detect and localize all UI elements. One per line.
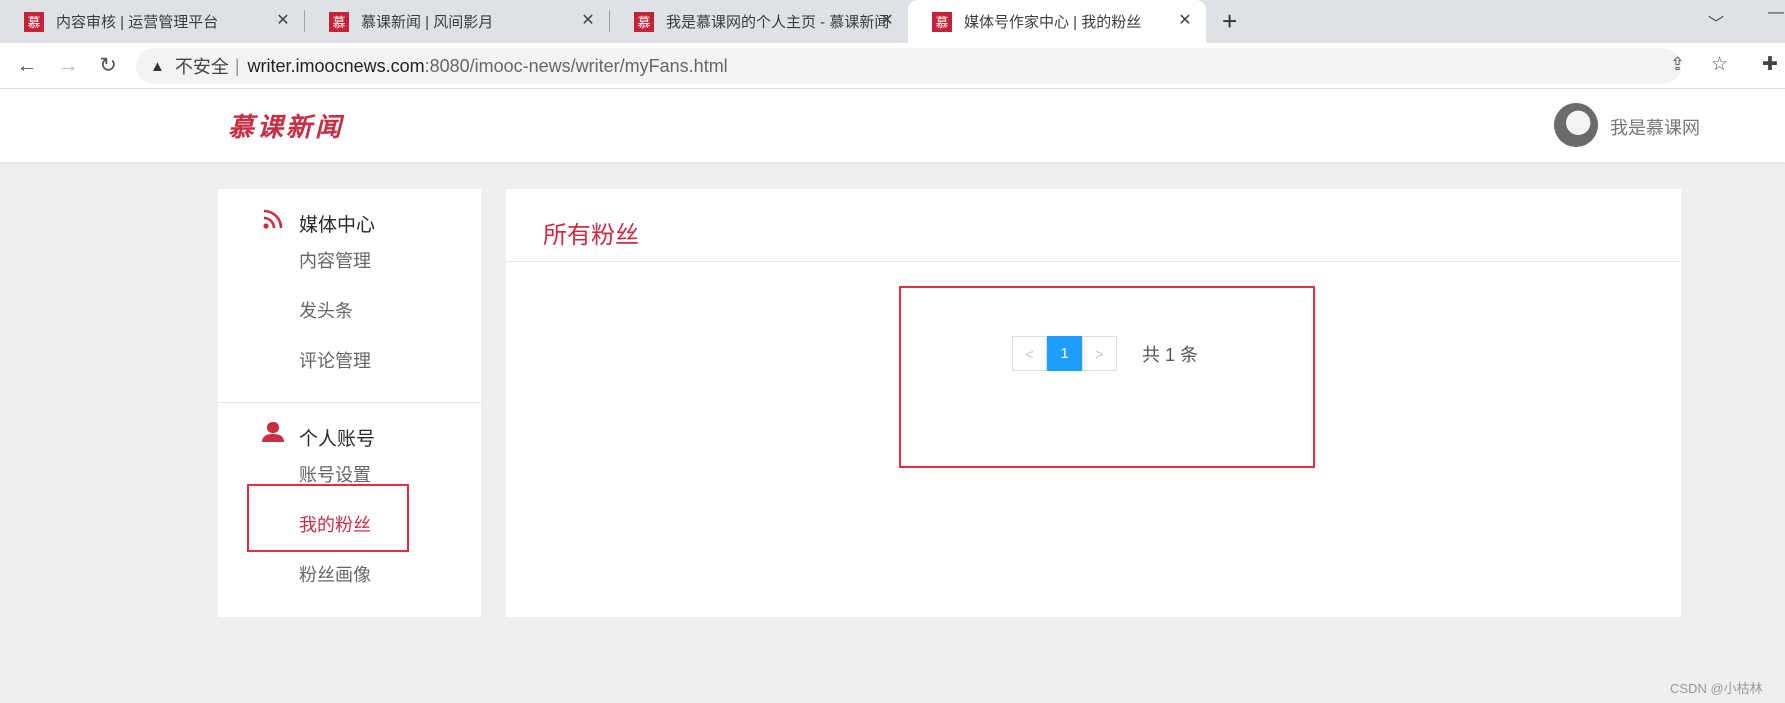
site-header: 慕课新闻 我是慕课网 xyxy=(0,89,1785,162)
close-tab-icon[interactable]: ✕ xyxy=(1176,12,1194,30)
url-path: :8080/imooc-news/writer/myFans.html xyxy=(424,55,728,76)
sidebar-item-content-management[interactable]: 内容管理 xyxy=(299,247,371,273)
browser-tab-2[interactable]: 慕 慕课新闻 | 风间影月 ✕ xyxy=(305,0,609,43)
title-divider xyxy=(506,261,1681,262)
close-tab-icon[interactable]: ✕ xyxy=(579,12,597,30)
annotation-highlight-box xyxy=(247,484,409,552)
reload-icon[interactable]: ↻ xyxy=(95,53,121,79)
browser-toolbar: ← → ↻ ▲ 不安全 | writer.imoocnews.com :8080… xyxy=(0,43,1785,89)
page-title: 所有粉丝 xyxy=(543,222,639,249)
tab-title: 内容审核 | 运营管理平台 xyxy=(56,14,219,31)
page-number-current[interactable]: 1 xyxy=(1047,336,1082,371)
window-minimize-icon[interactable]: — xyxy=(1768,4,1784,22)
address-divider: | xyxy=(234,55,240,76)
address-bar[interactable]: ▲ 不安全 | writer.imoocnews.com :8080/imooc… xyxy=(136,48,1681,84)
user-icon xyxy=(262,422,284,442)
watermark: CSDN @小枯林 xyxy=(1670,681,1763,696)
browser-tab-strip: 慕 内容审核 | 运营管理平台 ✕ 慕 慕课新闻 | 风间影月 ✕ 慕 我是慕课… xyxy=(0,0,1785,43)
sidebar-item-post-headline[interactable]: 发头条 xyxy=(299,297,353,323)
main-panel: 所有粉丝 < 1 > 共 1 条 xyxy=(506,189,1681,617)
favicon-icon: 慕 xyxy=(24,11,44,32)
security-status-label: 不安全 xyxy=(174,57,229,77)
rss-icon xyxy=(263,209,283,229)
browser-tab-3[interactable]: 慕 我是慕课网的个人主页 - 慕课新闻 ✕ xyxy=(610,0,908,43)
tab-title: 我是慕课网的个人主页 - 慕课新闻 xyxy=(666,14,890,31)
menu-group-personal-account: 个人账号 xyxy=(299,429,376,450)
forward-arrow-icon[interactable]: → xyxy=(55,53,81,79)
url-host: writer.imoocnews.com xyxy=(247,55,425,76)
pagination: < 1 > 共 1 条 xyxy=(1012,336,1198,371)
menu-group-media-center: 媒体中心 xyxy=(299,215,376,236)
favicon-icon: 慕 xyxy=(932,11,952,32)
favicon-icon: 慕 xyxy=(634,11,654,32)
favicon-icon: 慕 xyxy=(329,11,349,32)
annotation-highlight-box xyxy=(899,286,1315,468)
site-logo[interactable]: 慕课新闻 xyxy=(228,107,344,144)
next-page-button[interactable]: > xyxy=(1082,336,1117,371)
tab-title: 媒体号作家中心 | 我的粉丝 xyxy=(964,14,1142,31)
prev-page-button[interactable]: < xyxy=(1012,336,1047,371)
user-name[interactable]: 我是慕课网 xyxy=(1610,114,1700,140)
extensions-puzzle-icon[interactable]: ✚ xyxy=(1762,53,1778,76)
new-tab-icon[interactable]: + xyxy=(1222,8,1237,34)
browser-tab-4-active[interactable]: 慕 媒体号作家中心 | 我的粉丝 ✕ xyxy=(908,0,1206,43)
tab-search-chevron-icon[interactable]: ﹀ xyxy=(1708,10,1724,34)
warning-triangle-icon: ▲ xyxy=(150,57,165,75)
browser-tab-1[interactable]: 慕 内容审核 | 运营管理平台 ✕ xyxy=(0,0,304,43)
sidebar-menu: 媒体中心 内容管理 发头条 评论管理 个人账号 账号设置 我的粉丝 粉丝画像 xyxy=(218,189,481,617)
user-avatar[interactable] xyxy=(1554,103,1598,147)
sidebar-item-comment-management[interactable]: 评论管理 xyxy=(299,347,371,373)
pagination-total: 共 1 条 xyxy=(1142,344,1199,365)
share-icon[interactable]: ⇪ xyxy=(1670,54,1685,75)
close-tab-icon[interactable]: ✕ xyxy=(274,12,292,30)
sidebar-item-fan-profile[interactable]: 粉丝画像 xyxy=(299,561,371,587)
close-tab-icon[interactable]: ✕ xyxy=(878,12,896,30)
tab-title: 慕课新闻 | 风间影月 xyxy=(361,14,494,31)
sidebar-divider xyxy=(218,402,481,403)
back-arrow-icon[interactable]: ← xyxy=(14,53,40,79)
bookmark-star-icon[interactable]: ☆ xyxy=(1711,53,1728,76)
